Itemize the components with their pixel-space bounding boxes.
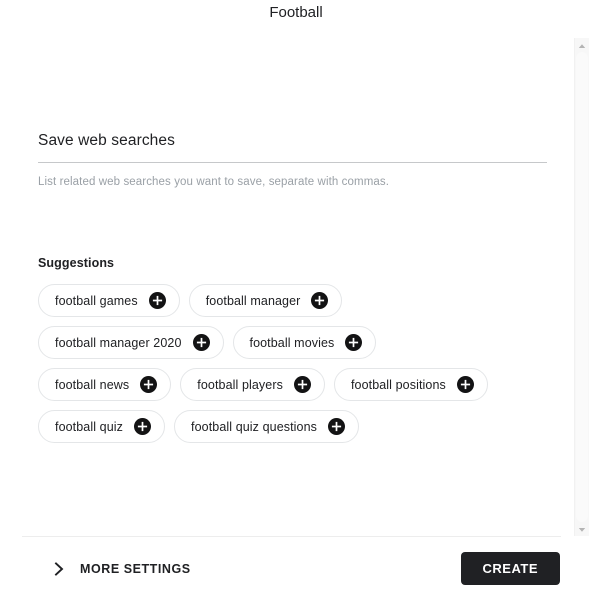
suggestion-chip[interactable]: football players <box>180 368 325 401</box>
scrollbar-track[interactable] <box>575 52 589 522</box>
plus-circle-icon[interactable] <box>456 376 474 393</box>
suggestion-chip-label: football quiz <box>55 419 124 434</box>
field-underline <box>38 162 547 163</box>
scroll-down-button[interactable] <box>575 522 589 536</box>
dialog-title: Football <box>269 4 323 21</box>
scrollable-content: Save web searches List related web searc… <box>0 30 561 536</box>
suggestion-chip[interactable]: football quiz <box>38 410 166 443</box>
suggestion-chip[interactable]: football news <box>38 368 172 401</box>
suggestion-chip-label: football movies <box>249 335 335 350</box>
plus-circle-icon[interactable] <box>192 334 210 351</box>
scroll-up-button[interactable] <box>575 38 589 52</box>
plus-circle-icon[interactable] <box>345 334 363 351</box>
suggestion-chip[interactable]: football movies <box>232 326 377 359</box>
suggestion-chip-label: football games <box>55 293 138 308</box>
dialog-body: Save web searches List related web searc… <box>0 30 592 536</box>
scrollbar-thumb[interactable] <box>576 52 588 522</box>
suggestion-chip-label: football players <box>197 377 283 392</box>
suggestion-chip-label: football news <box>55 377 130 392</box>
chevron-right-icon <box>52 561 66 576</box>
save-web-searches-helper-text: List related web searches you want to sa… <box>38 176 390 188</box>
suggestion-chip[interactable]: football positions <box>333 368 488 401</box>
plus-circle-icon[interactable] <box>328 418 346 435</box>
plus-circle-icon[interactable] <box>293 376 311 393</box>
plus-circle-icon[interactable] <box>134 418 152 435</box>
plus-circle-icon[interactable] <box>148 292 166 309</box>
suggestion-chip[interactable]: football games <box>38 284 180 317</box>
suggestion-chip-label: football manager <box>205 293 301 308</box>
plus-circle-icon[interactable] <box>311 292 329 309</box>
suggestions-heading: Suggestions <box>38 256 115 270</box>
more-settings-button[interactable]: MORE SETTINGS <box>48 555 195 583</box>
save-web-searches-label: Save web searches <box>38 132 175 149</box>
create-button[interactable]: CREATE <box>460 552 560 585</box>
suggestion-chip-label: football positions <box>350 377 446 392</box>
plus-circle-icon[interactable] <box>140 376 158 393</box>
more-settings-label: MORE SETTINGS <box>80 561 191 576</box>
suggestion-chip[interactable]: football manager 2020 <box>38 326 224 359</box>
suggestion-chip[interactable]: football manager <box>188 284 343 317</box>
vertical-scrollbar[interactable] <box>574 38 589 536</box>
triangle-down-icon <box>578 520 586 538</box>
suggestion-chip-label: football quiz questions <box>191 419 318 434</box>
suggestion-chips-list: football games football manager football… <box>38 284 510 452</box>
suggestion-chip-label: football manager 2020 <box>55 335 182 350</box>
dialog-footer: MORE SETTINGS CREATE <box>0 537 592 600</box>
suggestion-chip[interactable]: football quiz questions <box>174 410 360 443</box>
save-web-searches-section: Save web searches List related web searc… <box>38 130 547 190</box>
